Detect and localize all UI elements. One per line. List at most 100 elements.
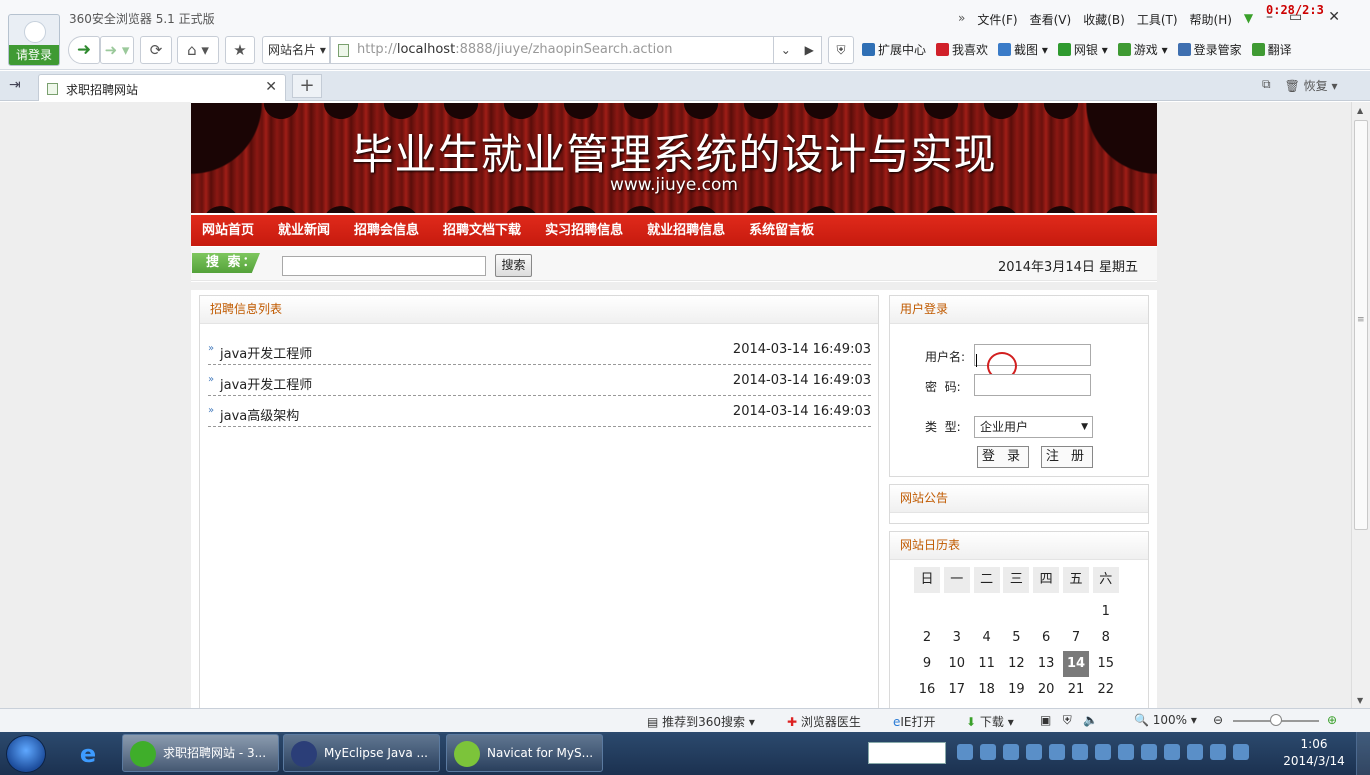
calendar-day[interactable]: 5 — [1003, 625, 1029, 651]
favorite-button[interactable]: ★ — [225, 36, 255, 64]
calendar-day[interactable]: 14 — [1063, 651, 1089, 677]
close-window-icon[interactable]: ✕ — [1328, 9, 1340, 25]
forward-button[interactable]: ➜ ▾ — [100, 36, 134, 64]
calendar-day[interactable]: 7 — [1063, 625, 1089, 651]
tray-icon[interactable] — [1210, 744, 1226, 760]
nav-item[interactable]: 就业招聘信息 — [647, 215, 725, 246]
zoom-slider-knob[interactable] — [1270, 714, 1282, 726]
security-shield-button[interactable]: ⛨ — [828, 36, 854, 64]
calendar-day[interactable]: 4 — [974, 625, 1000, 651]
browser-doctor-button[interactable]: ✚ 浏览器医生 — [787, 713, 861, 730]
extension-item[interactable]: 我喜欢 — [936, 41, 988, 58]
taskbar-app[interactable]: Navicat for MyS... — [446, 734, 603, 772]
zoom-button[interactable]: 🔍 100% ▾ — [1134, 713, 1197, 727]
extension-item[interactable]: 登录管家 — [1177, 41, 1242, 58]
calendar-day[interactable]: 21 — [1063, 677, 1089, 703]
nav-item[interactable]: 系统留言板 — [749, 215, 814, 246]
menu-overflow-icon[interactable]: » — [958, 11, 965, 28]
extension-item[interactable]: 网银 ▾ — [1057, 41, 1108, 58]
calendar-day[interactable]: 6 — [1033, 625, 1059, 651]
refresh-button[interactable]: ⟳ — [140, 36, 172, 64]
calendar-day[interactable]: 15 — [1093, 651, 1119, 677]
scroll-thumb[interactable] — [1354, 120, 1368, 530]
tray-icon[interactable] — [1049, 744, 1065, 760]
login-button[interactable]: 登 录 — [977, 446, 1029, 468]
calendar-day[interactable]: 22 — [1093, 677, 1119, 703]
address-dropdown-icon[interactable]: ⌄ — [774, 37, 798, 63]
calendar-day[interactable]: 18 — [974, 677, 1000, 703]
calendar-day[interactable]: 10 — [944, 651, 970, 677]
calendar-day[interactable]: 20 — [1033, 677, 1059, 703]
system-clock[interactable]: 1:06 2014/3/14 — [1278, 736, 1350, 770]
calendar-day[interactable]: 9 — [914, 651, 940, 677]
extension-item[interactable]: 翻译 — [1251, 41, 1292, 58]
tray-icon[interactable] — [1118, 744, 1134, 760]
calendar-day[interactable]: 8 — [1093, 625, 1119, 651]
tray-icon[interactable] — [1187, 744, 1203, 760]
go-icon[interactable]: ▶ — [798, 37, 822, 63]
site-card-dropdown[interactable]: 网站名片 ▾ — [262, 36, 330, 64]
search-input[interactable] — [282, 256, 486, 276]
job-title-link[interactable]: java开发工程师 — [220, 343, 312, 362]
extension-item[interactable]: 截图 ▾ — [998, 41, 1048, 58]
recommend-360-button[interactable]: ▤ 推荐到360搜索 ▾ — [647, 713, 755, 730]
tray-icon[interactable] — [1164, 744, 1180, 760]
tray-icon[interactable] — [1233, 744, 1249, 760]
menu-help[interactable]: 帮助(H) — [1190, 11, 1232, 28]
address-bar[interactable]: http://localhost:8888/jiuye/zhaopinSearc… — [330, 36, 774, 64]
calendar-day[interactable]: 19 — [1003, 677, 1029, 703]
start-button[interactable] — [6, 735, 46, 773]
menu-view[interactable]: 查看(V) — [1030, 11, 1072, 28]
taskbar-app[interactable]: MyEclipse Java ... — [283, 734, 440, 772]
tray-icon[interactable] — [980, 744, 996, 760]
password-field[interactable] — [974, 374, 1091, 396]
back-button[interactable]: ➜ — [68, 36, 100, 64]
home-button[interactable]: ⌂ ▾ — [177, 36, 219, 64]
menu-tools[interactable]: 工具(T) — [1137, 11, 1178, 28]
nav-item[interactable]: 招聘会信息 — [354, 215, 419, 246]
restore-button[interactable]: 🗑 恢复 ▾ — [1285, 77, 1338, 94]
calendar-day[interactable]: 11 — [974, 651, 1000, 677]
tab-active[interactable]: 求职招聘网站 ✕ — [38, 74, 286, 101]
menu-file[interactable]: 文件(F) — [977, 11, 1017, 28]
extension-item[interactable]: 扩展中心 — [862, 41, 926, 58]
status-tools-icons[interactable]: ▣ ⛨ 🔈 — [1040, 713, 1098, 728]
show-desktop-button[interactable] — [1356, 732, 1370, 775]
register-button[interactable]: 注 册 — [1041, 446, 1093, 468]
tray-icon[interactable] — [957, 744, 973, 760]
extension-item[interactable]: 游戏 ▾ — [1117, 41, 1168, 58]
tab-close-icon[interactable]: ✕ — [265, 79, 277, 95]
job-title-link[interactable]: java开发工程师 — [220, 374, 312, 393]
tray-icon[interactable] — [1026, 744, 1042, 760]
nav-item[interactable]: 网站首页 — [202, 215, 254, 246]
shirt-icon[interactable]: ▼ — [1244, 11, 1253, 28]
tray-search-input[interactable] — [868, 742, 946, 764]
zoom-out-icon[interactable]: ⊖ — [1213, 713, 1223, 727]
tray-icon[interactable] — [1095, 744, 1111, 760]
zoom-in-icon[interactable]: ⊕ — [1327, 713, 1337, 727]
ie-open-button[interactable]: eIE打开 — [893, 713, 936, 730]
calendar-day[interactable]: 16 — [914, 677, 940, 703]
calendar-day[interactable]: 3 — [944, 625, 970, 651]
tray-icon[interactable] — [1141, 744, 1157, 760]
nav-item[interactable]: 实习招聘信息 — [545, 215, 623, 246]
user-type-select[interactable]: 企业用户 ▼ — [974, 416, 1093, 438]
download-button[interactable]: ⬇ 下载 ▾ — [966, 713, 1014, 730]
new-tab-button[interactable]: + — [292, 74, 322, 98]
calendar-day[interactable]: 2 — [914, 625, 940, 651]
search-button[interactable]: 搜索 — [495, 254, 532, 277]
login-avatar-button[interactable]: 请登录 — [8, 14, 60, 66]
taskbar-app[interactable]: 求职招聘网站 - 3... — [122, 734, 279, 772]
calendar-day[interactable]: 1 — [1093, 599, 1119, 625]
page-scrollbar[interactable]: ▲ ≡ ▼ — [1351, 102, 1370, 708]
tray-icon[interactable] — [1072, 744, 1088, 760]
tray-icon[interactable] — [1003, 744, 1019, 760]
calendar-day[interactable]: 12 — [1003, 651, 1029, 677]
calendar-day[interactable]: 13 — [1033, 651, 1059, 677]
window-switch-icon[interactable]: ⧉ — [1262, 77, 1271, 94]
job-title-link[interactable]: java高级架构 — [220, 405, 299, 424]
nav-item[interactable]: 就业新闻 — [278, 215, 330, 246]
calendar-day[interactable]: 17 — [944, 677, 970, 703]
menu-favorites[interactable]: 收藏(B) — [1083, 11, 1125, 28]
scroll-down-icon[interactable]: ▼ — [1357, 696, 1363, 705]
